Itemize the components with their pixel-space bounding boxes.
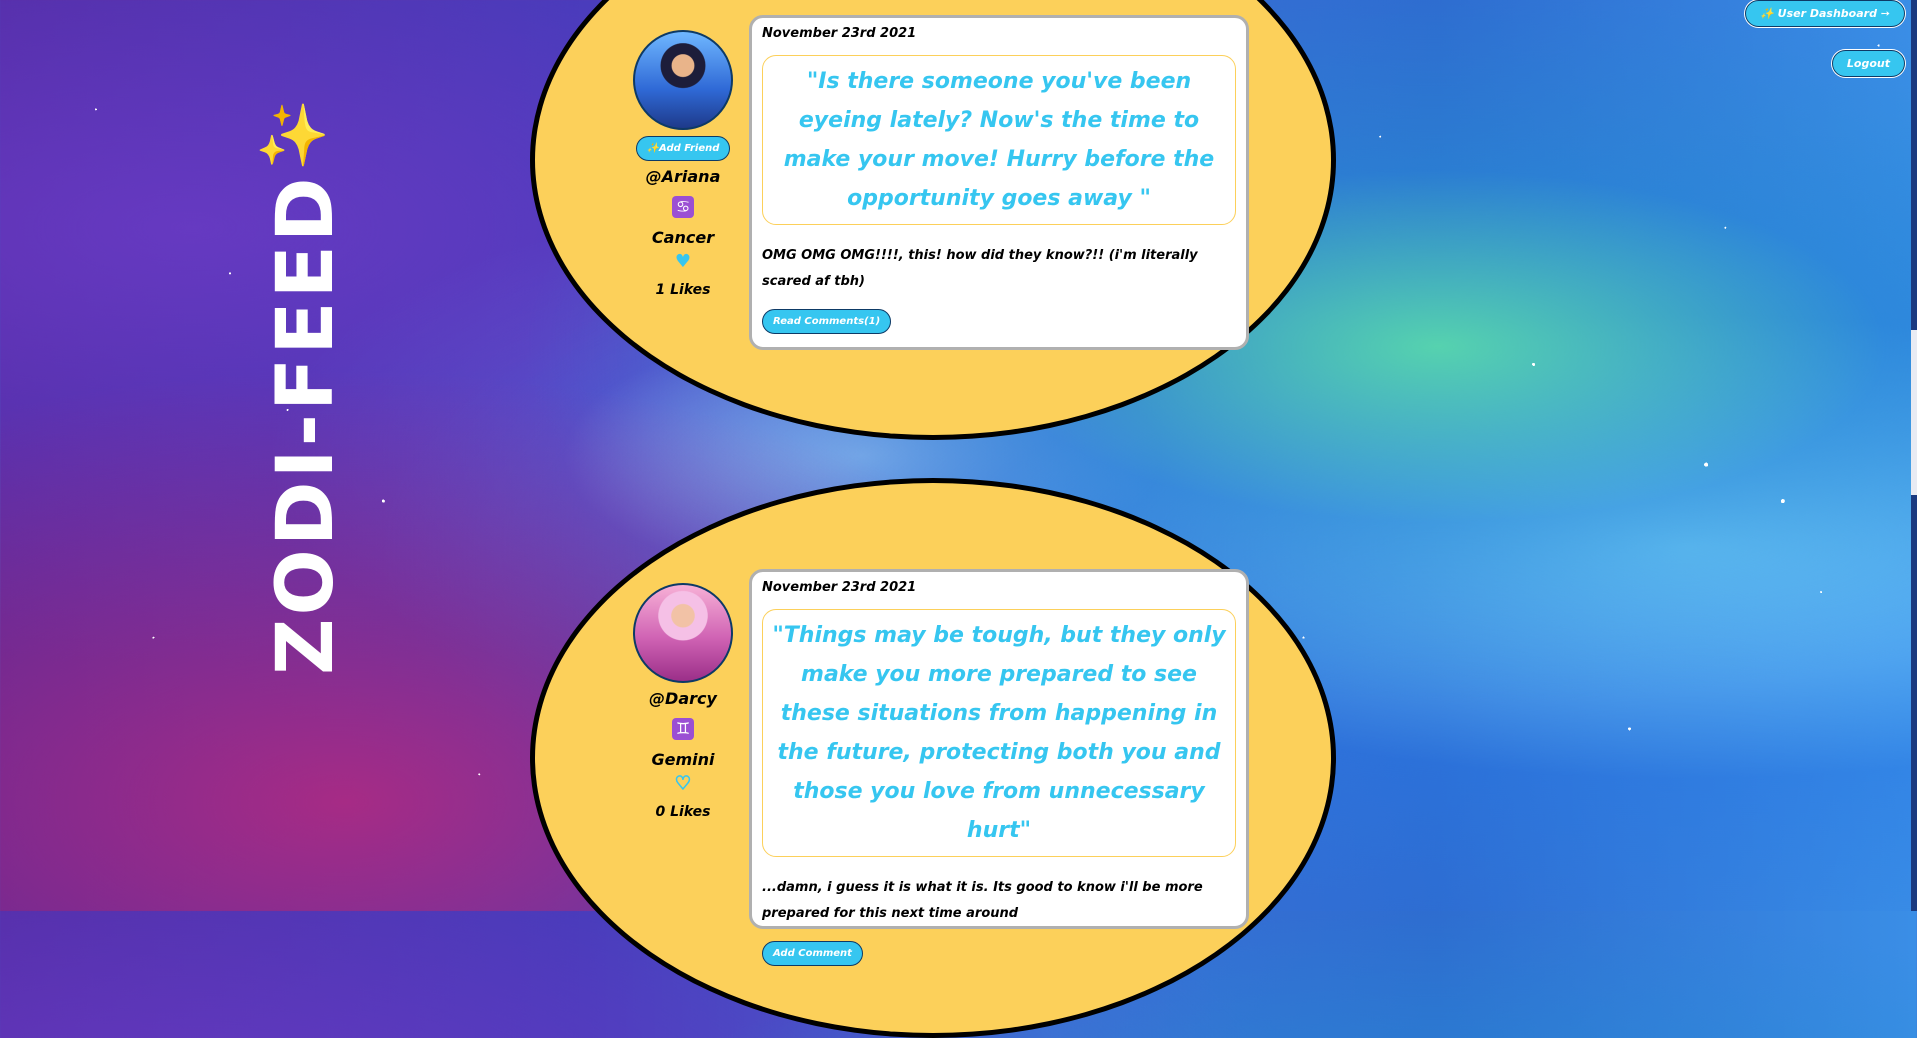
gemini-icon: ♊ [672, 718, 694, 740]
zodiac-sign: Cancer [651, 228, 715, 247]
cancer-icon: ♋ [672, 196, 694, 218]
avatar[interactable] [633, 30, 733, 130]
user-dashboard-button[interactable]: ✨ User Dashboard ➙ [1745, 0, 1905, 27]
post-body: ...damn, i guess it is what it is. Its g… [762, 880, 1203, 921]
zodiac-sign: Gemini [651, 750, 715, 769]
post-content: November 23rd 2021 "Is there someone you… [749, 15, 1249, 350]
post-content: November 23rd 2021 "Things may be tough,… [749, 569, 1249, 966]
sparkles-icon: ✨ [255, 101, 330, 171]
logo-text: ZODI-FEED [261, 174, 351, 675]
user-handle[interactable]: @Darcy [613, 689, 753, 708]
post-body: OMG OMG OMG!!!!, this! how did they know… [762, 248, 1198, 289]
logout-button[interactable]: Logout [1831, 50, 1905, 77]
heart-icon[interactable]: ♥ [613, 251, 753, 272]
add-friend-button[interactable]: ✨Add Friend [635, 136, 731, 161]
post-date: November 23rd 2021 [762, 26, 917, 41]
likes-count: 0 Likes [655, 804, 711, 820]
user-handle[interactable]: @Ariana [613, 167, 753, 186]
add-comment-button[interactable]: Add Comment [762, 941, 863, 966]
brand-logo: ✨ ZODI-FEED [255, 100, 351, 675]
avatar[interactable] [633, 583, 733, 683]
post-date: November 23rd 2021 [762, 580, 917, 595]
horoscope-quote: "Is there someone you've been eyeing lat… [762, 55, 1236, 225]
heart-outline-icon[interactable]: ♥ [613, 772, 753, 795]
post-profile: ✨Add Friend @Ariana ♋ Cancer ♥ 1 Likes [613, 30, 753, 298]
scrollbar-thumb[interactable] [1911, 330, 1917, 495]
post-profile: @Darcy ♊ Gemini ♥ 0 Likes [613, 583, 753, 820]
horoscope-quote: "Things may be tough, but they only make… [762, 609, 1236, 857]
read-comments-button[interactable]: Read Comments(1) [762, 309, 892, 334]
likes-count: 1 Likes [655, 282, 711, 298]
